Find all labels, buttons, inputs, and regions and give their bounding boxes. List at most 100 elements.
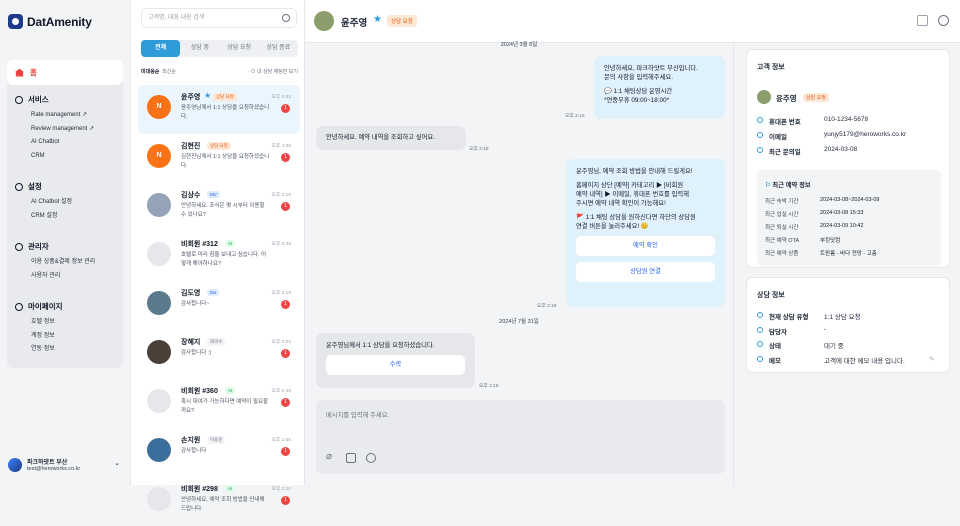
unread-badge: 1	[281, 104, 290, 113]
item-name: 윤주영	[181, 94, 201, 101]
item-time: 오후 1:55	[271, 438, 292, 443]
nav-user-management[interactable]: 사용자 관리	[31, 270, 95, 284]
connect-agent-button[interactable]: 상담원 연결	[576, 262, 715, 282]
check-circle-icon: ⊙	[250, 69, 256, 75]
avatar	[314, 11, 334, 31]
list-item[interactable]: N 윤주영 ★ 상담 요청 오후 4:42 윤주영님께서 1:1 상담을 요청하…	[138, 85, 300, 134]
image-icon[interactable]	[346, 453, 356, 463]
tab-requested[interactable]: 상담 요청	[220, 40, 259, 57]
status-icon	[757, 341, 763, 347]
status-badge: 이용문	[207, 436, 226, 444]
nav-hotel-info[interactable]: 호텔 정보	[31, 316, 63, 330]
recent-booking: ⚐ 최근 예약 정보 최근 숙박 기간 2024-03-08~2024-03-09…	[757, 170, 941, 266]
item-preview: 호텔로 미리 짐을 보내고 싶습니다. 어떻게 해야하나요?	[181, 252, 267, 267]
avatar: N	[147, 144, 171, 168]
chat-items: N 윤주영 ★ 상담 요청 오후 4:42 윤주영님께서 1:1 상담을 요청하…	[138, 85, 300, 526]
avatar	[147, 242, 171, 266]
avatar	[147, 438, 171, 462]
logo[interactable]: DatAmenity	[8, 14, 92, 29]
tab-all[interactable]: 전체	[141, 40, 181, 57]
item-time: 오후 2:46	[271, 389, 292, 394]
list-item[interactable]: 비회원 #312 AI 오후 3:46 호텔로 미리 짐을 보내고 싶습니다. …	[138, 232, 300, 281]
status-tabs: 전체 상담 중 상담 요청 상담 종료	[141, 40, 298, 57]
star-icon[interactable]: ★	[373, 14, 382, 25]
home-icon	[15, 68, 24, 77]
reservation-check-button[interactable]: 예약 확인	[576, 236, 715, 256]
date-separator: 2024년 3월 8일	[500, 42, 538, 48]
item-preview: 감사합니다 :)	[181, 350, 212, 356]
calendar-icon[interactable]	[917, 15, 928, 26]
conversation-list: 고객명, 대화 내용 검색 전체 상담 중 상담 요청 상담 종료 미대응순 최…	[130, 0, 305, 512]
item-time: 오후 3:02	[271, 340, 292, 345]
nav-ai-chatbot[interactable]: AI Chatbot	[31, 136, 94, 150]
list-item[interactable]: 비회원 #360 AI 오후 2:46 혹시 대여가 가능하다면 예약이 필요할…	[138, 379, 300, 428]
recent-row: 최근 숙박 기간 2024-03-08~2024-03-09	[765, 197, 880, 205]
list-item[interactable]: 김상수 MV 오후 3:15 안녕하세요. 조식은 몇 시부터 이용할 수 있나…	[138, 183, 300, 232]
item-name: 비회원 #298	[181, 486, 218, 493]
list-item[interactable]: N 김현진 상담 요청 오후 4:36 김현진님께서 1:1 상담을 요청하셨습…	[138, 134, 300, 183]
item-name: 손지원	[181, 437, 201, 444]
emoji-icon[interactable]	[366, 453, 376, 463]
profile[interactable]: 파크하얏트 부산 test@heroworks.co.kr ⌄	[8, 457, 124, 472]
tab-in-progress[interactable]: 상담 중	[180, 40, 219, 57]
recent-row: 최근 예약 상품 트윈룸 - 바다 전망 - 고층	[765, 251, 877, 257]
memo-icon	[757, 356, 763, 362]
list-item[interactable]: 비회원 #298 AI 오후 2:10 안녕하세요, 예약 조회 방법을 안내해…	[138, 477, 300, 526]
search-placeholder: 고객명, 대화 내용 검색	[148, 15, 205, 21]
accept-button[interactable]: 수락	[326, 355, 465, 375]
item-preview: 안녕하세요. 조식은 몇 시부터 이용할 수 있나요?	[181, 203, 265, 218]
nav-rate-management[interactable]: Rate management ↗	[31, 109, 94, 123]
nav-ai-chatbot-settings[interactable]: AI Chatbot 설정	[31, 196, 72, 210]
search-icon[interactable]	[282, 14, 290, 22]
pencil-icon[interactable]: ✎	[929, 355, 934, 363]
customer-name: 윤주영	[776, 94, 797, 103]
logo-text: DatAmenity	[27, 14, 92, 29]
status-badge: 회의수	[207, 338, 226, 346]
search-input[interactable]: 고객명, 대화 내용 검색	[141, 8, 297, 28]
attach-icon[interactable]: ⌀	[326, 451, 332, 462]
tab-closed[interactable]: 상담 종료	[259, 40, 298, 57]
nav-crm-settings[interactable]: CRM 설정	[31, 210, 72, 224]
chat-header: 윤주영 ★ 상담 요청	[305, 0, 960, 43]
item-name: 장혜지	[181, 339, 201, 346]
my-chats-filter[interactable]: ⊙ 내 상담 채팅만 보기	[251, 68, 298, 75]
consult-info-card: 상담 정보 현재 상담 유형 1:1 상담 요청 담당자 - 상태 대기 중 메모 고객…	[746, 277, 950, 373]
list-item[interactable]: 장혜지 회의수 오후 3:02 감사합니다 :) 1	[138, 330, 300, 379]
nav-integration-info[interactable]: 연동 정보	[31, 343, 63, 357]
avatar: N	[147, 95, 171, 119]
customer-info-title: 고객 정보	[757, 64, 785, 71]
item-time: 오후 3:46	[271, 242, 292, 247]
status-badge: 상담 요청	[213, 93, 237, 101]
nav-home[interactable]: 홈	[7, 60, 123, 85]
status-badge: AI	[225, 240, 236, 247]
consult-info-title: 상담 정보	[757, 292, 785, 299]
message-time: 오후 2:19	[537, 304, 557, 309]
nav-section-settings: 설정 AI Chatbot 설정 CRM 설정	[15, 181, 72, 223]
nav-review-management[interactable]: Review management ↗	[31, 123, 94, 137]
search-icon[interactable]	[938, 15, 949, 26]
message-customer: 안녕하세요. 예약 내역을 조회하고 싶어요.	[316, 126, 466, 150]
chevron-down-icon[interactable]: ⌄	[114, 459, 120, 467]
message-input[interactable]: 메시지를 입력해 주세요. ⌀	[316, 400, 725, 474]
nav-billing[interactable]: 이용 상품&결제 정보 관리	[31, 256, 95, 270]
item-preview: 혹시 대여가 가능하다면 예약이 필요할까요?	[181, 399, 269, 414]
item-preview: 안녕하세요, 예약 조회 방법을 안내해 드립니다.	[181, 497, 265, 512]
item-name: 비회원 #360	[181, 388, 218, 395]
list-item[interactable]: 손지원 이용문 오후 1:55 감사합니다 1	[138, 428, 300, 477]
message-bot: 안녕하세요, 파크하얏트 부산입니다. 문의 사항을 입력해주세요. 💬 1:1 채…	[594, 56, 725, 119]
item-preview: 김현진님께서 1:1 상담을 요청하셨습니다.	[181, 154, 270, 169]
list-item[interactable]: 김도영 Mo 오후 3:15 감사합니다~ 1	[138, 281, 300, 330]
phone-icon	[757, 117, 763, 123]
nav-account-info[interactable]: 계정 정보	[31, 330, 63, 344]
item-time: 오후 3:15	[271, 291, 292, 296]
avatar	[147, 487, 171, 511]
mail-icon	[757, 132, 763, 138]
external-link-icon: ↗	[82, 112, 88, 118]
unread-badge: 1	[281, 300, 290, 309]
sort-unanswered[interactable]: 미대응순	[141, 69, 159, 75]
status-badge: 상담 요청	[387, 15, 417, 27]
nav-crm[interactable]: CRM	[31, 150, 94, 164]
customer-panel: 고객 정보 윤주영 상담 요청 휴대폰 번호 010-1234-5678 이메일 y…	[733, 43, 960, 485]
sort-latest[interactable]: 최신순	[162, 69, 176, 75]
gear-icon	[15, 182, 23, 191]
